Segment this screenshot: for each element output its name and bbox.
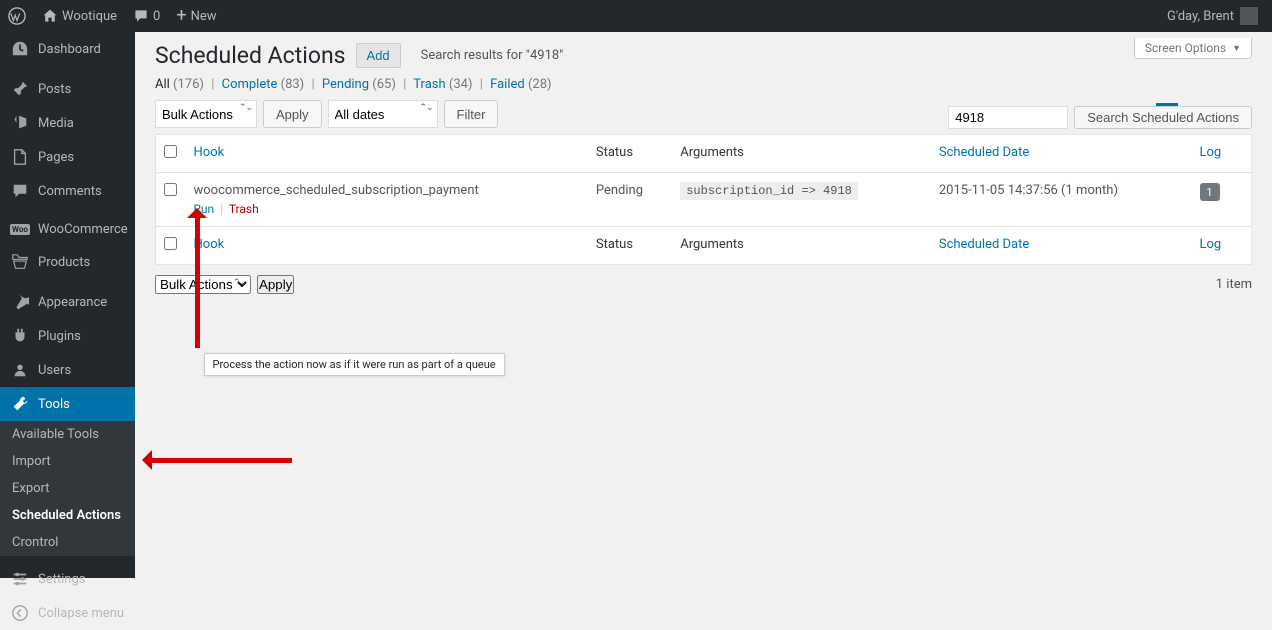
- new-label: New: [191, 9, 217, 24]
- column-log-foot[interactable]: Log: [1192, 227, 1252, 265]
- filter-complete[interactable]: Complete (83): [222, 77, 305, 92]
- sidebar-item-settings[interactable]: Settings: [0, 562, 135, 596]
- row-arguments: subscription_id => 4918: [680, 182, 858, 200]
- admin-bar: Wootique 0 + New G'day, Brent: [0, 0, 1272, 32]
- sidebar-item-plugins[interactable]: Plugins: [0, 319, 135, 353]
- page-icon: [10, 148, 30, 166]
- column-arguments: Arguments: [672, 135, 931, 173]
- main-content: Screen Options ▼ Scheduled Actions Add S…: [135, 32, 1272, 578]
- screen-options-toggle[interactable]: Screen Options ▼: [1134, 38, 1252, 59]
- column-arguments-foot: Arguments: [672, 227, 931, 265]
- sidebar-item-pages[interactable]: Pages: [0, 140, 135, 174]
- collapse-menu[interactable]: Collapse menu: [0, 596, 135, 630]
- product-icon: [10, 253, 30, 271]
- dates-select[interactable]: All dates: [328, 100, 438, 128]
- chevron-down-icon: ▼: [1232, 43, 1241, 54]
- avatar: [1240, 7, 1258, 25]
- search-results-subtitle: Search results for "4918": [421, 48, 564, 63]
- row-hook-name: woocommerce_scheduled_subscription_payme…: [194, 183, 479, 198]
- filter-pending[interactable]: Pending (65): [322, 77, 396, 92]
- sidebar-item-tools[interactable]: Tools: [0, 387, 135, 421]
- table-row: woocommerce_scheduled_subscription_payme…: [156, 173, 1252, 227]
- filter-all[interactable]: All (176): [155, 77, 204, 92]
- column-scheduled-foot[interactable]: Scheduled Date: [931, 227, 1192, 265]
- status-filter-links: All (176) | Complete (83) | Pending (65)…: [155, 77, 1252, 92]
- tools-icon: [10, 395, 30, 413]
- row-scheduled-date: 2015-11-05 14:37:56 (1 month): [931, 173, 1192, 227]
- users-icon: [10, 361, 30, 379]
- item-count-bottom: 1 item: [1216, 277, 1252, 292]
- search-box: Search Scheduled Actions: [948, 106, 1252, 129]
- bulk-actions-select-bottom[interactable]: Bulk Actions: [155, 275, 251, 294]
- sidebar-item-posts[interactable]: Posts: [0, 72, 135, 106]
- sidebar-item-dashboard[interactable]: Dashboard: [0, 32, 135, 66]
- select-all-top[interactable]: [164, 145, 177, 158]
- submenu-import[interactable]: Import: [0, 448, 135, 475]
- column-status: Status: [588, 135, 672, 173]
- sidebar-item-woocommerce[interactable]: WooWooCommerce: [0, 214, 135, 245]
- media-icon: [10, 114, 30, 132]
- bulk-actions-select[interactable]: Bulk Actions: [155, 100, 257, 128]
- submenu-available-tools[interactable]: Available Tools: [0, 421, 135, 448]
- column-hook-foot[interactable]: Hook: [186, 227, 588, 265]
- run-tooltip: Process the action now as if it were run…: [204, 353, 505, 376]
- settings-icon: [10, 570, 30, 588]
- page-title: Scheduled Actions: [155, 42, 346, 69]
- actions-table: Hook Status Arguments Scheduled Date Log…: [155, 134, 1252, 265]
- dashboard-icon: [10, 40, 30, 58]
- sidebar-item-products[interactable]: Products: [0, 245, 135, 279]
- new-content-link[interactable]: + New: [168, 0, 224, 32]
- sidebar-item-appearance[interactable]: Appearance: [0, 285, 135, 319]
- wp-logo[interactable]: [0, 0, 34, 32]
- row-checkbox[interactable]: [164, 183, 177, 196]
- submenu-scheduled-actions[interactable]: Scheduled Actions: [0, 502, 135, 529]
- site-name: Wootique: [62, 9, 117, 24]
- user-greeting[interactable]: G'day, Brent: [1161, 7, 1264, 25]
- collapse-icon: [10, 604, 30, 622]
- tablenav-bottom: Bulk Actions Apply 1 item: [155, 275, 1252, 294]
- comments-link[interactable]: 0: [125, 0, 168, 32]
- site-home-link[interactable]: Wootique: [34, 0, 125, 32]
- row-status: Pending: [588, 173, 672, 227]
- sidebar-item-comments[interactable]: Comments: [0, 174, 135, 208]
- sidebar-submenu: Available Tools Import Export Scheduled …: [0, 421, 135, 556]
- submenu-crontrol[interactable]: Crontrol: [0, 529, 135, 556]
- submenu-export[interactable]: Export: [0, 475, 135, 502]
- search-button[interactable]: Search Scheduled Actions: [1074, 106, 1252, 129]
- plugin-icon: [10, 327, 30, 345]
- apply-button-top[interactable]: Apply: [263, 100, 322, 128]
- add-new-button[interactable]: Add: [356, 43, 401, 68]
- filter-trash[interactable]: Trash (34): [413, 77, 472, 92]
- column-log[interactable]: Log: [1192, 135, 1252, 173]
- pin-icon: [10, 80, 30, 98]
- column-scheduled[interactable]: Scheduled Date: [931, 135, 1192, 173]
- appearance-icon: [10, 293, 30, 311]
- search-input[interactable]: [948, 106, 1068, 129]
- comment-icon: [10, 182, 30, 200]
- admin-sidebar: Dashboard Posts Media Pages Comments Woo…: [0, 32, 135, 578]
- row-action-run[interactable]: Run: [194, 202, 215, 216]
- filter-button[interactable]: Filter: [444, 100, 499, 128]
- sidebar-item-users[interactable]: Users: [0, 353, 135, 387]
- woo-icon: Woo: [10, 224, 30, 235]
- filter-failed[interactable]: Failed (28): [490, 77, 551, 92]
- row-log-count[interactable]: 1: [1200, 183, 1220, 201]
- apply-button-bottom[interactable]: Apply: [257, 275, 294, 294]
- comments-count: 0: [153, 9, 160, 24]
- column-hook[interactable]: Hook: [186, 135, 588, 173]
- row-action-trash[interactable]: Trash: [229, 202, 259, 216]
- column-status-foot: Status: [588, 227, 672, 265]
- sidebar-item-media[interactable]: Media: [0, 106, 135, 140]
- select-all-bottom[interactable]: [164, 237, 177, 250]
